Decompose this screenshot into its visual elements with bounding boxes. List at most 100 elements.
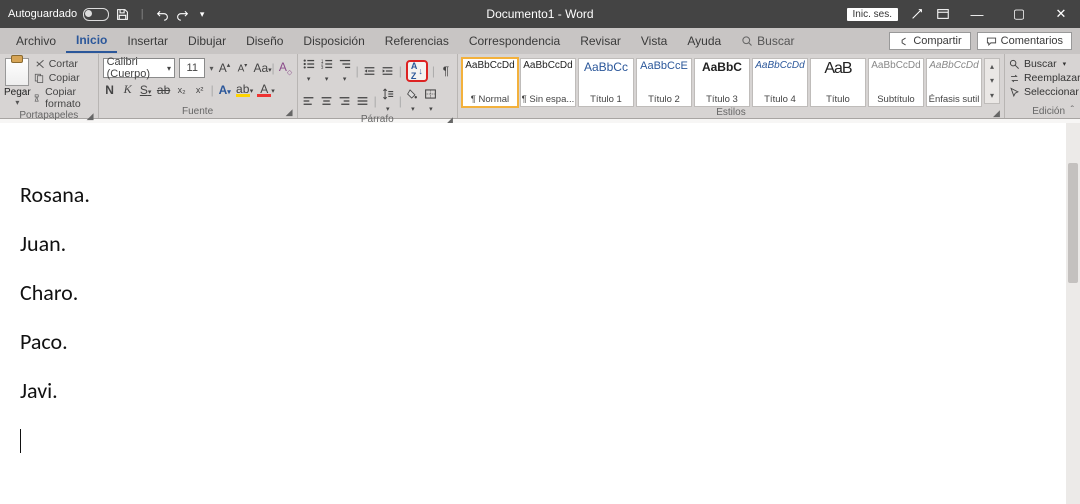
tab-diseno[interactable]: Diseño xyxy=(236,30,293,52)
font-family-combo[interactable]: Calibri (Cuerpo)▾ xyxy=(103,58,175,78)
group-clipboard: Pegar ▾ Cortar Copiar Copiar formato P xyxy=(0,54,99,118)
tab-insertar[interactable]: Insertar xyxy=(117,30,178,52)
decrease-indent-button[interactable] xyxy=(363,65,377,77)
style-card-4[interactable]: AaBbCTítulo 3 xyxy=(694,58,750,107)
style-card-7[interactable]: AaBbCcDdSubtítulo xyxy=(868,58,924,107)
dialog-launcher-icon[interactable]: ◢ xyxy=(286,107,293,118)
align-right-button[interactable] xyxy=(338,95,352,107)
change-case-button[interactable]: Aa▾ xyxy=(253,61,267,75)
chevron-down-icon[interactable]: ▾ xyxy=(209,64,213,73)
style-card-0[interactable]: AaBbCcDd¶ Normal xyxy=(462,58,518,107)
style-label: Título xyxy=(826,94,850,105)
close-button[interactable]: ✕ xyxy=(1046,6,1076,22)
vertical-scrollbar[interactable] xyxy=(1066,123,1080,504)
scrollbar-thumb[interactable] xyxy=(1068,163,1078,283)
tab-ayuda[interactable]: Ayuda xyxy=(677,30,731,52)
style-preview: AaBbC xyxy=(702,61,742,73)
highlight-button[interactable]: ab▾ xyxy=(236,82,254,97)
document-line[interactable]: Juan. xyxy=(20,230,1066,257)
comments-button[interactable]: Comentarios xyxy=(977,32,1072,50)
login-button[interactable]: Inic. ses. xyxy=(847,8,898,21)
svg-text:3: 3 xyxy=(321,65,324,70)
tab-dibujar[interactable]: Dibujar xyxy=(178,30,236,52)
tab-vista[interactable]: Vista xyxy=(631,30,677,52)
tab-correspondencia[interactable]: Correspondencia xyxy=(459,30,570,52)
shrink-font-button[interactable]: A▾ xyxy=(235,62,249,74)
paste-button[interactable]: Pegar ▾ xyxy=(4,56,31,107)
superscript-button[interactable]: x² xyxy=(193,85,207,95)
redo-icon[interactable] xyxy=(175,7,189,21)
format-painter-button[interactable]: Copiar formato xyxy=(33,86,94,110)
show-marks-button[interactable]: ¶ xyxy=(439,64,453,78)
strikethrough-button[interactable]: ab xyxy=(157,83,171,97)
collapse-ribbon-button[interactable]: ˆ xyxy=(1071,105,1074,116)
brush-icon xyxy=(33,92,41,104)
autosave-toggle[interactable] xyxy=(83,8,109,21)
increase-indent-button[interactable] xyxy=(381,65,395,77)
share-button[interactable]: Compartir xyxy=(889,32,970,50)
comment-icon xyxy=(986,36,997,47)
dialog-launcher-icon[interactable]: ◢ xyxy=(87,111,94,122)
style-preview: AaBbCcDd xyxy=(523,61,572,71)
save-icon[interactable] xyxy=(115,7,129,21)
subscript-button[interactable]: x₂ xyxy=(175,85,189,95)
italic-button[interactable]: K xyxy=(121,82,135,97)
text-effects-button[interactable]: A▾ xyxy=(218,83,232,97)
document-line[interactable]: Javi. xyxy=(20,377,1066,404)
document-line[interactable]: Paco. xyxy=(20,328,1066,355)
undo-icon[interactable] xyxy=(155,7,169,21)
qat-more-icon[interactable]: ▾ xyxy=(195,7,209,21)
tab-disposicion[interactable]: Disposición xyxy=(293,30,374,52)
shading-button[interactable]: ▾ xyxy=(406,88,420,114)
style-label: Énfasis sutil xyxy=(929,94,980,105)
line-spacing-button[interactable]: ▾ xyxy=(381,88,395,114)
style-card-8[interactable]: AaBbCcDdÉnfasis sutil xyxy=(926,58,982,107)
style-label: Subtítulo xyxy=(877,94,915,105)
tab-archivo[interactable]: Archivo xyxy=(6,30,66,52)
copy-icon xyxy=(33,72,45,84)
align-left-button[interactable] xyxy=(302,95,316,107)
numbering-button[interactable]: 123▾ xyxy=(320,58,334,84)
style-preview: AaB xyxy=(824,61,851,77)
align-center-button[interactable] xyxy=(320,95,334,107)
cursor-icon xyxy=(1009,87,1020,98)
group-label-font: Fuente ◢ xyxy=(103,106,293,118)
sort-button[interactable]: AZ↓ xyxy=(406,60,428,82)
document-line[interactable]: Rosana. xyxy=(20,181,1066,208)
cut-button[interactable]: Cortar xyxy=(33,58,94,70)
font-color-button[interactable]: A▾ xyxy=(257,82,275,97)
bullets-button[interactable]: ▾ xyxy=(302,58,316,84)
style-card-2[interactable]: AaBbCcTítulo 1 xyxy=(578,58,634,107)
style-card-6[interactable]: AaB Título xyxy=(810,58,866,107)
tab-revisar[interactable]: Revisar xyxy=(570,30,631,52)
maximize-button[interactable]: ▢ xyxy=(1004,6,1034,22)
find-button[interactable]: Buscar▾ xyxy=(1009,58,1080,70)
coming-soon-icon[interactable] xyxy=(910,7,924,21)
minimize-button[interactable]: — xyxy=(962,7,992,22)
borders-button[interactable]: ▾ xyxy=(424,88,438,114)
document-page[interactable]: Rosana. Juan. Charo. Paco. Javi. xyxy=(0,123,1066,504)
style-card-5[interactable]: AaBbCcDdTítulo 4 xyxy=(752,58,808,107)
ribbon-display-icon[interactable] xyxy=(936,7,950,21)
tell-me-search[interactable]: Buscar xyxy=(741,34,794,48)
styles-expand-button[interactable]: ▴▾▾ xyxy=(984,58,1000,104)
tab-referencias[interactable]: Referencias xyxy=(375,30,459,52)
clear-format-button[interactable]: A◇ xyxy=(279,60,293,76)
font-size-combo[interactable]: 11 xyxy=(179,58,205,78)
align-justify-button[interactable] xyxy=(356,95,370,107)
title-bar: Autoguardado | ▾ Documento1 - Word Inic.… xyxy=(0,0,1080,28)
tab-inicio[interactable]: Inicio xyxy=(66,29,117,53)
multilevel-button[interactable]: ▾ xyxy=(338,58,352,84)
style-card-1[interactable]: AaBbCcDd¶ Sin espa... xyxy=(520,58,576,107)
underline-button[interactable]: S▾ xyxy=(139,83,153,97)
paste-icon xyxy=(5,58,29,86)
style-card-3[interactable]: AaBbCcETítulo 2 xyxy=(636,58,692,107)
replace-button[interactable]: Reemplazar xyxy=(1009,72,1080,84)
qat-separator: | xyxy=(135,7,149,21)
grow-font-button[interactable]: A▴ xyxy=(217,61,231,75)
select-button[interactable]: Seleccionar▾ xyxy=(1009,86,1080,98)
bold-button[interactable]: N xyxy=(103,83,117,97)
document-line[interactable]: Charo. xyxy=(20,279,1066,306)
dialog-launcher-icon[interactable]: ◢ xyxy=(993,108,1000,119)
copy-button[interactable]: Copiar xyxy=(33,72,94,84)
